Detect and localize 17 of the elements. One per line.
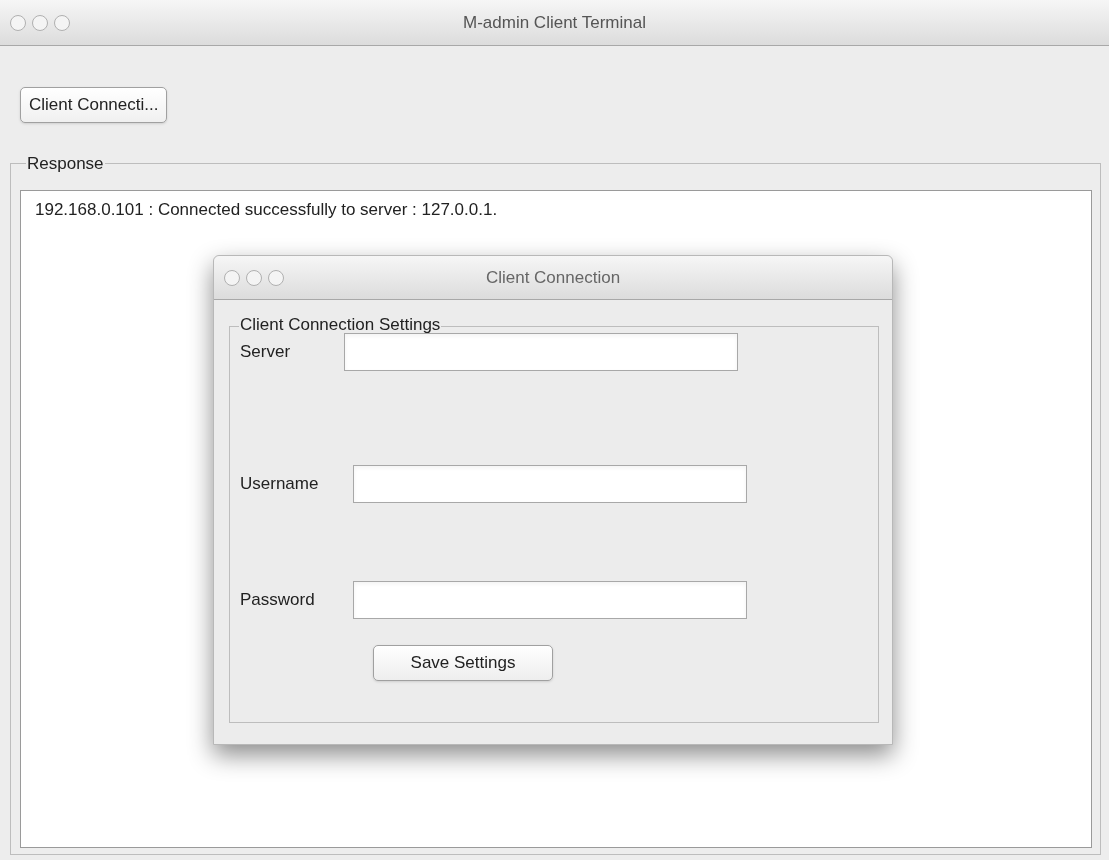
window-control-icon[interactable]: [32, 14, 48, 31]
window-control-icon[interactable]: [268, 269, 284, 286]
window-control-icon[interactable]: [10, 14, 26, 31]
save-settings-button[interactable]: Save Settings: [373, 645, 553, 681]
field-label: Username: [240, 473, 320, 496]
input-field[interactable]: [353, 581, 747, 619]
input-field[interactable]: [344, 333, 738, 371]
window-control-icon[interactable]: [54, 14, 70, 31]
dialog-title: Client Connection: [485, 266, 621, 289]
client-connection-button[interactable]: Client Connecti...: [20, 87, 168, 123]
window-control-icon[interactable]: [246, 269, 262, 286]
field-label: Server: [240, 341, 292, 364]
response-line: 192.168.0.101 : Connected successfully to server : 127.0.0.1.: [35, 199, 498, 221]
window-control-icon[interactable]: [224, 269, 240, 286]
window-title: M-admin Client Terminal: [463, 11, 646, 34]
input-field[interactable]: [353, 465, 747, 503]
field-label: Password: [240, 589, 316, 612]
